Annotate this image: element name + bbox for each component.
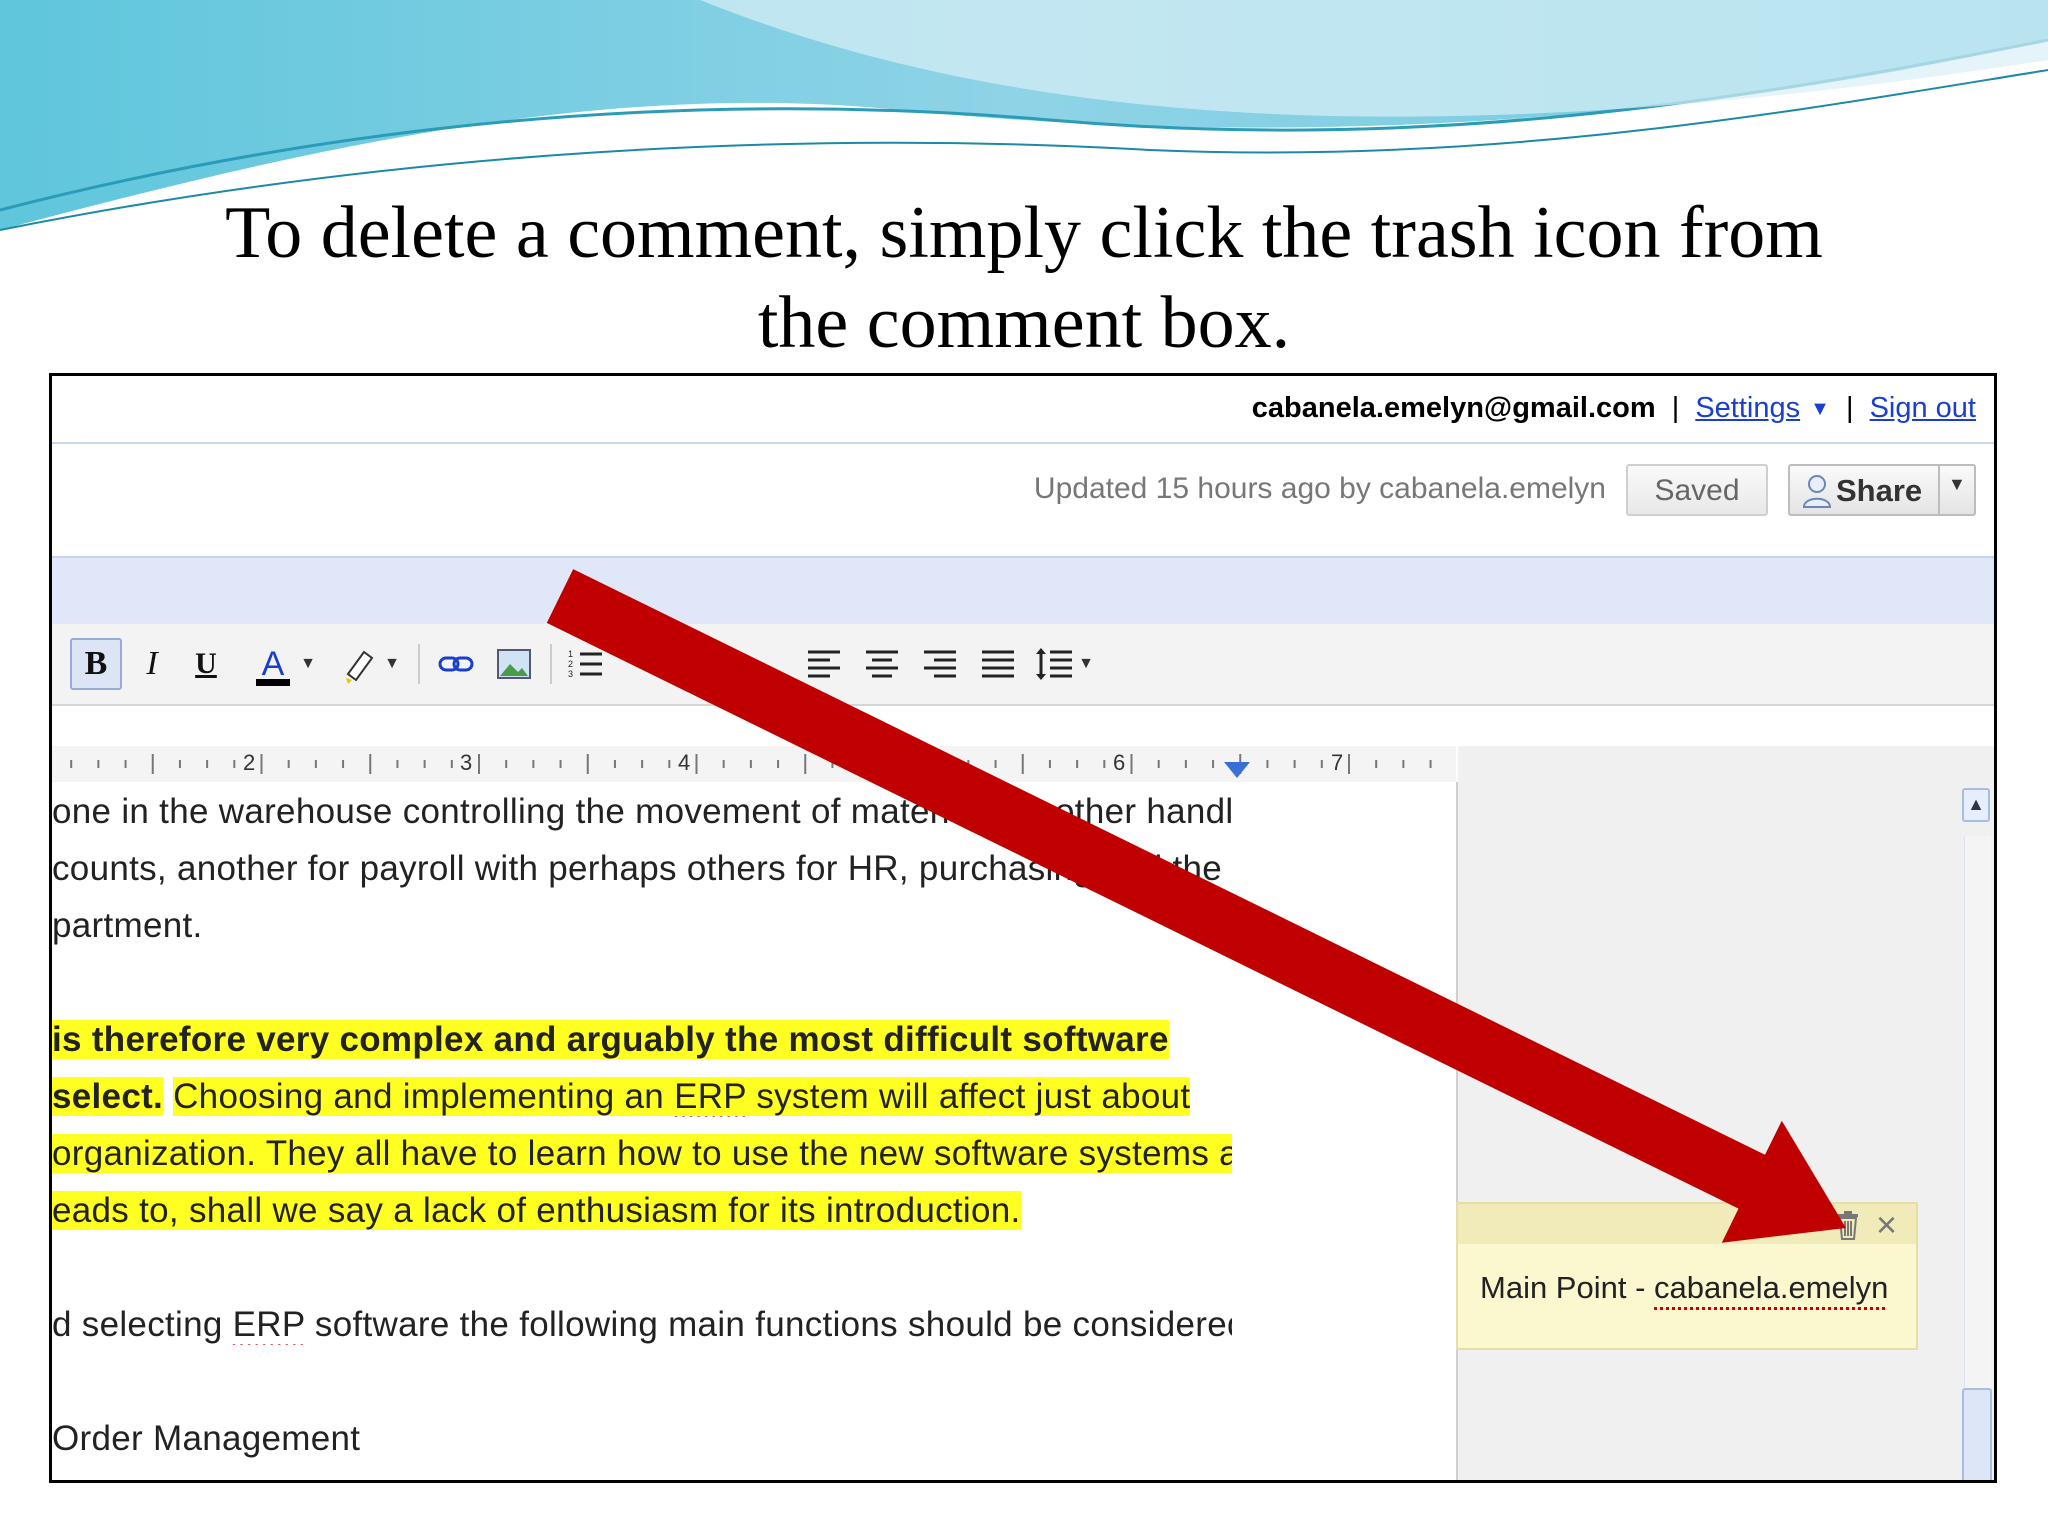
highlighted-text: system will affect just about: [746, 1077, 1191, 1116]
account-bar: cabanela.emelyn@gmail.com | Settings ▼ | …: [52, 376, 1994, 444]
slide-title: To delete a comment, simply click the tr…: [0, 188, 2048, 368]
align-right-icon[interactable]: [918, 638, 962, 690]
separator: |: [1845, 392, 1854, 424]
svg-text:1: 1: [568, 649, 573, 659]
ruler-number: 2: [243, 750, 256, 775]
align-center-icon[interactable]: [860, 638, 904, 690]
highlighted-text: ERP: [674, 1077, 747, 1116]
text-color-dropdown-icon[interactable]: ▼: [298, 638, 318, 690]
document-body[interactable]: one in the warehouse controlling the mov…: [52, 782, 1458, 1480]
text-color-label: A: [261, 645, 285, 683]
comment-toolbar: ↶ ×: [1458, 1204, 1916, 1246]
highlighted-text: is therefore very complex and arguably t…: [52, 1020, 1169, 1059]
trash-icon[interactable]: [1834, 1210, 1862, 1240]
comment-author: cabanela.emelyn: [1654, 1270, 1889, 1305]
scrollbar-thumb[interactable]: [1962, 1388, 1992, 1480]
share-divider: [1938, 466, 1940, 514]
separator: |: [1671, 392, 1680, 424]
settings-dropdown-icon[interactable]: ▼: [1810, 398, 1830, 420]
comment-label: Main Point -: [1480, 1270, 1655, 1305]
line-spacing-dropdown-icon[interactable]: ▼: [1076, 638, 1096, 690]
ruler-number: 4: [678, 750, 691, 775]
google-docs-screenshot: cabanela.emelyn@gmail.com | Settings ▼ | …: [49, 373, 1997, 1483]
comment-box[interactable]: ↶ × Main Point - cabanela.emelyn: [1456, 1202, 1918, 1350]
text-line: software the following main functions sh…: [304, 1305, 1232, 1344]
scrollbar-track[interactable]: [1964, 836, 1991, 1480]
numbered-list-icon[interactable]: 123: [564, 638, 608, 690]
menu-band: [52, 556, 1994, 624]
highlighted-text: organization. They all have to learn how…: [52, 1134, 1232, 1173]
scroll-up-button[interactable]: ▲: [1962, 788, 1990, 822]
list-item: Order Management: [52, 1419, 361, 1458]
person-icon: [1802, 475, 1832, 508]
comment-margin: [1458, 746, 1994, 1480]
underline-button[interactable]: U: [184, 638, 228, 690]
slide-title-line-2: the comment box.: [757, 282, 1291, 364]
share-button[interactable]: Share ▼: [1788, 464, 1976, 516]
align-left-icon[interactable]: [802, 638, 846, 690]
svg-text:3: 3: [568, 669, 573, 679]
share-label: Share: [1836, 473, 1923, 508]
insert-image-icon[interactable]: [492, 638, 536, 690]
text-line: d selecting: [52, 1305, 233, 1344]
sign-out-link[interactable]: Sign out: [1870, 392, 1976, 424]
bold-button[interactable]: B: [70, 638, 122, 690]
highlight-pen-icon[interactable]: [338, 638, 382, 690]
settings-link[interactable]: Settings: [1695, 392, 1800, 424]
list-item: trol: [52, 1476, 1232, 1480]
document-status-bar: Updated 15 hours ago by cabanela.emelyn …: [52, 444, 1994, 529]
text-color-swatch: [256, 679, 290, 686]
account-email: cabanela.emelyn@gmail.com: [1251, 392, 1656, 424]
italic-button[interactable]: I: [130, 638, 174, 690]
text-line: counts, another for payroll with perhaps…: [52, 849, 1223, 888]
last-updated-text: Updated 15 hours ago by cabanela.emelyn: [1033, 472, 1606, 505]
highlighted-text: select.: [52, 1077, 164, 1116]
ruler-number: 3: [460, 750, 473, 775]
highlight-dropdown-icon[interactable]: ▼: [382, 638, 402, 690]
highlighted-text: Choosing and implementing an: [173, 1077, 675, 1116]
ruler-number: 7: [1331, 750, 1344, 775]
line-spacing-icon[interactable]: [1032, 638, 1076, 690]
slide-title-line-1: To delete a comment, simply click the tr…: [225, 192, 1823, 274]
right-indent-marker[interactable]: [1224, 762, 1250, 778]
ruler-number: 6: [1113, 750, 1126, 775]
misspelled-word: ERP: [232, 1305, 305, 1344]
close-icon[interactable]: ×: [1876, 1204, 1897, 1246]
comment-text: Main Point - cabanela.emelyn: [1480, 1270, 1888, 1306]
reply-icon[interactable]: ↶: [1804, 1208, 1829, 1243]
toolbar-separator: [418, 644, 420, 684]
formatting-toolbar: B I U A ▼ ▼ 123 ▼: [52, 624, 1994, 706]
svg-text:2: 2: [568, 659, 573, 669]
toolbar-separator: [550, 644, 552, 684]
highlighted-text: eads to, shall we say a lack of enthusia…: [52, 1191, 1021, 1230]
text-color-button[interactable]: A: [248, 638, 298, 690]
share-dropdown-icon[interactable]: ▼: [1948, 474, 1966, 495]
text-line: partment.: [52, 906, 203, 945]
justify-icon[interactable]: [976, 638, 1020, 690]
text-line: one in the warehouse controlling the mov…: [52, 792, 1232, 831]
saved-button[interactable]: Saved: [1626, 464, 1768, 516]
link-icon[interactable]: [434, 638, 478, 690]
